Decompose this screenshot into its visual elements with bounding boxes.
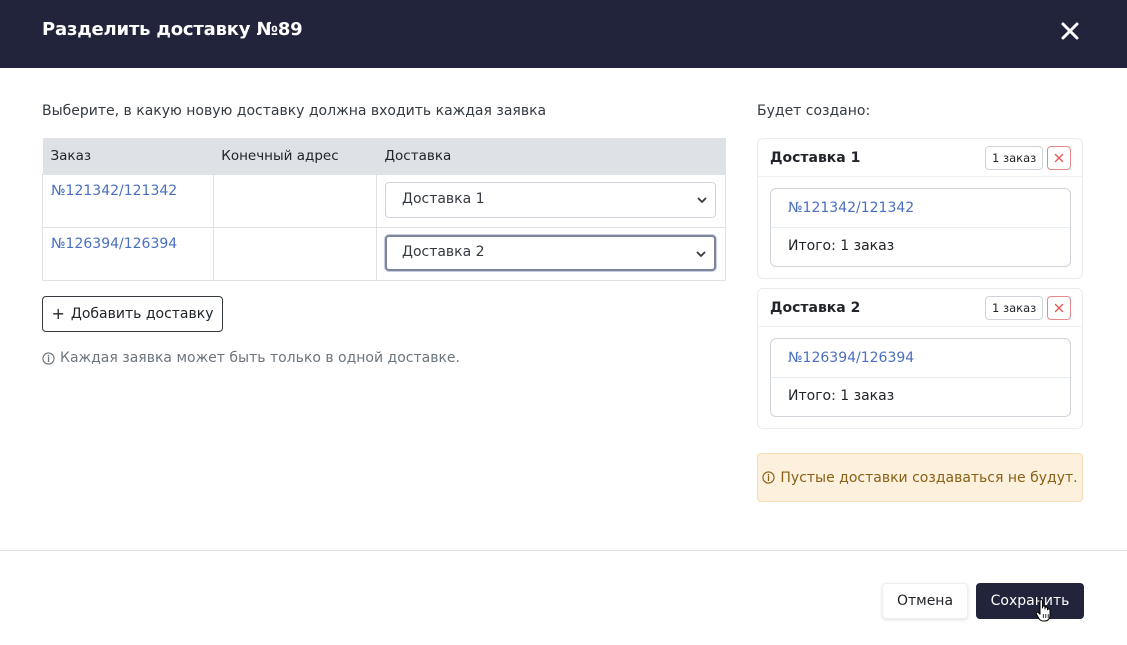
delivery-order-list: №126394/126394 Итого: 1 заказ bbox=[770, 338, 1071, 417]
column-header-delivery: Доставка bbox=[376, 138, 726, 174]
remove-delivery-button[interactable] bbox=[1047, 296, 1071, 320]
delivery-order-list: №121342/121342 Итого: 1 заказ bbox=[770, 188, 1071, 267]
delivery-card: Доставка 1 1 заказ №121342/121342 Итого:… bbox=[757, 138, 1083, 279]
info-icon bbox=[42, 351, 55, 365]
add-delivery-label: Добавить доставку bbox=[70, 306, 214, 322]
delivery-cell: Доставка 2 bbox=[376, 226, 726, 281]
table-row: №121342/121342 Доставка 1 bbox=[42, 173, 726, 228]
order-count-badge: 1 заказ bbox=[985, 146, 1044, 170]
chevron-down-icon bbox=[696, 251, 706, 257]
column-header-order: Заказ bbox=[42, 138, 214, 174]
warning-text: Пустые доставки создаваться не будут. bbox=[780, 469, 1078, 486]
order-cell: №121342/121342 bbox=[42, 173, 214, 228]
list-item: №121342/121342 bbox=[771, 189, 1070, 228]
order-count-badge: 1 заказ bbox=[985, 296, 1044, 320]
delivery-total: Итого: 1 заказ bbox=[788, 238, 895, 254]
delivery-select[interactable]: Доставка 1 bbox=[385, 181, 716, 218]
address-cell bbox=[212, 226, 378, 281]
note-text: Каждая заявка может быть только в одной … bbox=[60, 350, 460, 366]
footer-divider bbox=[0, 550, 1127, 551]
order-link[interactable]: №121342/121342 bbox=[51, 183, 177, 199]
close-icon bbox=[1054, 303, 1064, 313]
delivery-card-title: Доставка 2 bbox=[770, 300, 861, 316]
address-cell bbox=[212, 173, 378, 228]
modal-title: Разделить доставку №89 bbox=[42, 19, 303, 40]
delivery-card: Доставка 2 1 заказ №126394/126394 Итого:… bbox=[757, 288, 1083, 429]
summary-title: Будет создано: bbox=[757, 103, 871, 119]
delivery-card-header: Доставка 2 1 заказ bbox=[758, 289, 1082, 327]
save-button[interactable]: Сохранить bbox=[976, 583, 1084, 619]
hand-cursor-icon bbox=[1035, 599, 1051, 622]
remove-delivery-button[interactable] bbox=[1047, 146, 1071, 170]
order-cell: №126394/126394 bbox=[42, 226, 214, 281]
chevron-down-icon bbox=[697, 197, 707, 203]
order-link[interactable]: №126394/126394 bbox=[51, 236, 177, 252]
cancel-button[interactable]: Отмена bbox=[882, 583, 968, 619]
empty-delivery-warning: Пустые доставки создаваться не будут. bbox=[757, 453, 1083, 502]
delivery-card-header: Доставка 1 1 заказ bbox=[758, 139, 1082, 177]
instruction-text: Выберите, в какую новую доставку должна … bbox=[42, 103, 547, 119]
order-link[interactable]: №126394/126394 bbox=[788, 350, 914, 366]
column-header-address: Конечный адрес bbox=[213, 138, 377, 174]
orders-table: Заказ Конечный адрес Доставка №121342/12… bbox=[42, 138, 726, 281]
table-row: №126394/126394 Доставка 2 bbox=[42, 226, 726, 281]
order-link[interactable]: №121342/121342 bbox=[788, 200, 914, 216]
delivery-select-value: Доставка 1 bbox=[402, 190, 485, 207]
info-icon bbox=[762, 471, 776, 484]
list-item: №126394/126394 bbox=[771, 339, 1070, 378]
single-delivery-note: Каждая заявка может быть только в одной … bbox=[42, 350, 460, 366]
delivery-card-title: Доставка 1 bbox=[770, 150, 861, 166]
close-icon bbox=[1054, 153, 1064, 163]
delivery-cell: Доставка 1 bbox=[376, 173, 726, 228]
delivery-total: Итого: 1 заказ bbox=[788, 388, 895, 404]
delivery-select-value: Доставка 2 bbox=[402, 243, 485, 260]
modal-header: Разделить доставку №89 bbox=[0, 0, 1127, 68]
add-delivery-button[interactable]: + Добавить доставку bbox=[42, 296, 223, 332]
delivery-select[interactable]: Доставка 2 bbox=[385, 234, 716, 271]
close-icon[interactable] bbox=[1057, 18, 1083, 44]
plus-icon: + bbox=[51, 304, 65, 323]
